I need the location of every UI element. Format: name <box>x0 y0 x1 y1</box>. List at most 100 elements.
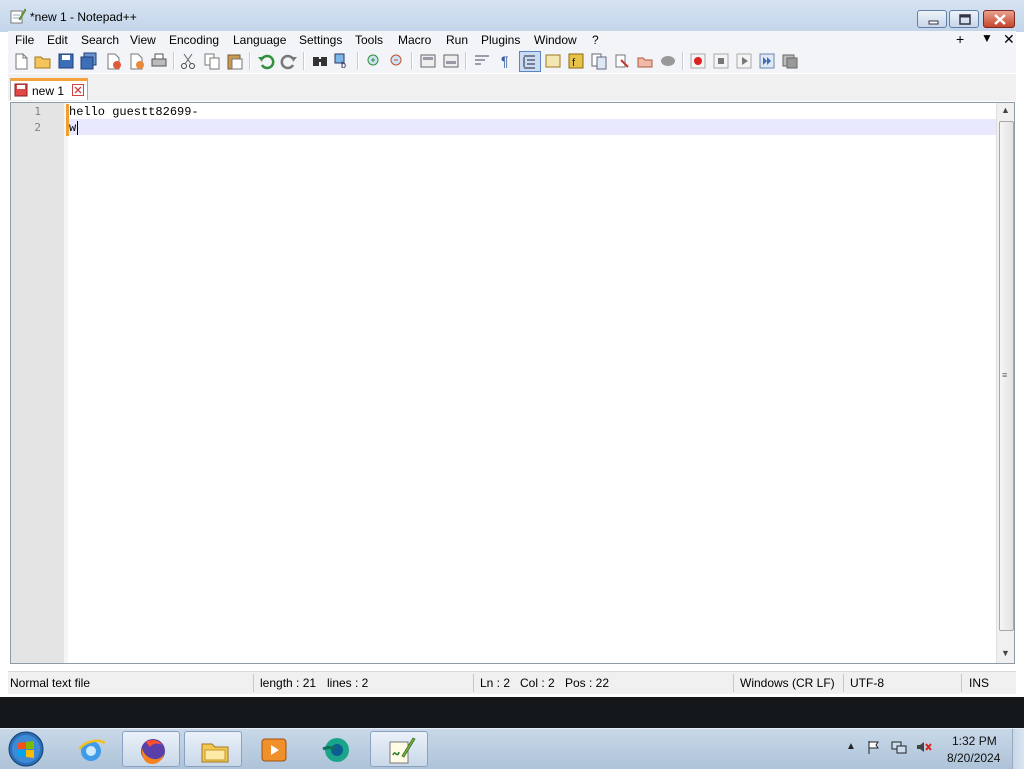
menu-tools[interactable]: Tools <box>355 33 383 47</box>
scroll-down-arrow-icon[interactable]: ▼ <box>1001 648 1010 658</box>
taskbar-firefox[interactable] <box>122 731 180 767</box>
menu-settings[interactable]: Settings <box>299 33 342 47</box>
menu-plugins[interactable]: Plugins <box>481 33 520 47</box>
doc-map-icon[interactable] <box>590 52 608 70</box>
replace-icon[interactable]: b <box>334 52 352 70</box>
paste-icon[interactable] <box>226 52 244 70</box>
save-icon[interactable] <box>57 52 75 70</box>
vertical-scrollbar[interactable]: ▲ ≡ ▼ <box>996 103 1014 663</box>
new-file-icon[interactable] <box>12 52 30 70</box>
tab-close-icon[interactable] <box>72 84 84 96</box>
tab-list-button[interactable]: ▼ <box>981 31 993 45</box>
play-macro-icon[interactable] <box>735 52 753 70</box>
menu-search[interactable]: Search <box>81 33 119 47</box>
show-all-chars-icon[interactable]: ¶ <box>496 52 514 70</box>
menu-run[interactable]: Run <box>446 33 468 47</box>
status-separator <box>733 674 734 692</box>
close-icon <box>994 14 1006 25</box>
run-macro-multiple-icon[interactable] <box>758 52 776 70</box>
line-number: 1 <box>34 105 41 118</box>
notepad-plus-plus-icon <box>389 737 416 764</box>
sync-horizontal-icon[interactable] <box>442 52 460 70</box>
menu-window[interactable]: Window <box>534 33 577 47</box>
unsaved-file-icon <box>14 83 28 97</box>
network-icon[interactable] <box>891 739 907 755</box>
close-all-icon[interactable] <box>127 52 145 70</box>
doc-list-icon[interactable] <box>636 52 654 70</box>
menu-macro[interactable]: Macro <box>398 33 431 47</box>
status-separator <box>473 674 474 692</box>
maximize-button[interactable] <box>949 10 979 28</box>
undo-icon[interactable] <box>257 52 275 70</box>
indent-guide-icon[interactable] <box>519 51 541 72</box>
stop-record-icon[interactable] <box>712 52 730 70</box>
taskbar: ▲ 1:32 PM 8/20/2024 <box>0 728 1024 769</box>
status-insert-mode[interactable]: INS <box>969 676 989 690</box>
redo-icon[interactable] <box>280 52 298 70</box>
find-icon[interactable] <box>311 52 329 70</box>
save-all-icon[interactable] <box>80 52 98 70</box>
scroll-grip-icon: ≡ <box>1002 370 1008 380</box>
text-caret <box>77 121 78 135</box>
flag-icon[interactable] <box>866 739 882 755</box>
menu-language[interactable]: Language <box>233 33 286 47</box>
media-player-icon <box>261 738 287 762</box>
status-file-type: Normal text file <box>10 676 91 690</box>
code-line[interactable]: w <box>69 121 76 135</box>
start-button[interactable] <box>7 730 45 768</box>
taskbar-green-app[interactable] <box>306 731 364 767</box>
close-button[interactable] <box>983 10 1015 28</box>
minimize-button[interactable] <box>917 10 947 28</box>
save-macro-icon[interactable] <box>781 52 799 70</box>
function-list-icon[interactable]: f <box>567 52 585 70</box>
new-tab-button[interactable]: + <box>956 31 964 47</box>
toolbar-separator <box>249 52 251 70</box>
cut-icon[interactable] <box>179 52 197 70</box>
copy-icon[interactable] <box>203 52 221 70</box>
text-editor[interactable]: 1 2 hello guestt82699- w ▲ ≡ ▼ <box>10 102 1015 664</box>
sync-vertical-icon[interactable] <box>419 52 437 70</box>
minimize-icon <box>928 20 939 25</box>
clock-date[interactable]: 8/20/2024 <box>947 751 1000 765</box>
menu-view[interactable]: View <box>130 33 156 47</box>
monitoring-icon[interactable] <box>659 52 677 70</box>
clock-time[interactable]: 1:32 PM <box>952 734 997 748</box>
show-desktop-button[interactable] <box>1012 729 1024 769</box>
taskbar-internet-explorer[interactable] <box>62 731 120 767</box>
word-wrap-icon[interactable] <box>473 52 491 70</box>
status-separator <box>961 674 962 692</box>
tab-new-1[interactable]: new 1 <box>10 78 88 100</box>
record-macro-icon[interactable] <box>689 52 707 70</box>
volume-muted-icon[interactable] <box>916 739 932 755</box>
line-number-gutter: 1 2 <box>11 103 64 663</box>
close-doc-button[interactable]: ✕ <box>1003 31 1015 48</box>
status-encoding[interactable]: UTF-8 <box>850 676 884 690</box>
zoom-out-icon[interactable] <box>388 52 406 70</box>
toolbar-separator <box>357 52 359 70</box>
zoom-in-icon[interactable] <box>365 52 383 70</box>
taskbar-media-player[interactable] <box>244 731 302 767</box>
menu-edit[interactable]: Edit <box>47 33 68 47</box>
close-icon[interactable] <box>104 52 122 70</box>
menu-encoding[interactable]: Encoding <box>169 33 219 47</box>
menu-file[interactable]: File <box>15 33 34 47</box>
scrollbar-thumb[interactable]: ≡ <box>999 121 1014 631</box>
udl-icon[interactable] <box>544 52 562 70</box>
tab-label: new 1 <box>32 84 65 98</box>
folder-as-workspace-icon[interactable] <box>613 52 631 70</box>
fold-margin[interactable] <box>64 103 68 663</box>
menu-help[interactable]: ? <box>592 33 599 47</box>
internet-explorer-icon <box>78 739 106 761</box>
taskbar-notepad-plus-plus[interactable] <box>370 731 428 767</box>
status-eol[interactable]: Windows (CR LF) <box>740 676 835 690</box>
scroll-up-arrow-icon[interactable]: ▲ <box>1001 105 1010 115</box>
svg-text:b: b <box>341 60 346 70</box>
restore-icon <box>959 14 971 25</box>
open-file-icon[interactable] <box>34 52 52 70</box>
show-hidden-icons-button[interactable]: ▲ <box>846 741 856 752</box>
toolbar: b ¶ f <box>8 49 1016 73</box>
code-line[interactable]: hello guestt82699- <box>69 105 199 119</box>
taskbar-file-explorer[interactable] <box>184 731 242 767</box>
window-title: *new 1 - Notepad++ <box>30 10 137 24</box>
print-icon[interactable] <box>150 52 168 70</box>
